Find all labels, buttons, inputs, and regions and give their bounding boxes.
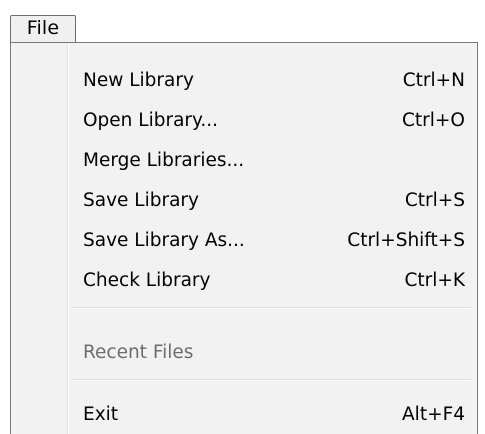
- menu-bar: File: [0, 0, 485, 42]
- menu-item-shortcut: Ctrl+Shift+S: [347, 230, 465, 251]
- menu-item-label: Recent Files: [83, 342, 194, 363]
- menu-item-new-library[interactable]: New Library Ctrl+N: [83, 61, 465, 101]
- menu-item-exit[interactable]: Exit Alt+F4: [83, 395, 465, 434]
- file-menu-dropdown: New Library Ctrl+N Open Library... Ctrl+…: [10, 42, 478, 434]
- menu-item-shortcut: Ctrl+K: [404, 270, 465, 291]
- menu-item-save-library[interactable]: Save Library Ctrl+S: [83, 181, 465, 221]
- menu-item-shortcut: Ctrl+O: [402, 110, 465, 131]
- menu-item-label: Check Library: [83, 270, 211, 291]
- menu-item-label: Save Library As...: [83, 230, 245, 251]
- menu-item-recent-files: Recent Files: [83, 333, 465, 373]
- menu-item-label: Exit: [83, 404, 119, 425]
- menu-item-shortcut: Alt+F4: [402, 404, 465, 425]
- application-window: File New Library Ctrl+N Open Library... …: [0, 0, 485, 434]
- menu-item-label: Open Library...: [83, 110, 218, 131]
- menu-icon-gutter: [11, 43, 67, 434]
- menu-item-merge-libraries[interactable]: Merge Libraries...: [83, 141, 465, 181]
- menu-item-open-library[interactable]: Open Library... Ctrl+O: [83, 101, 465, 141]
- menu-item-check-library[interactable]: Check Library Ctrl+K: [83, 261, 465, 301]
- menu-separator: [71, 379, 471, 381]
- file-menu-button[interactable]: File: [10, 15, 76, 42]
- gutter-divider-highlight: [68, 43, 69, 434]
- menu-item-shortcut: Ctrl+S: [404, 190, 465, 211]
- menu-item-label: Save Library: [83, 190, 199, 211]
- menu-item-label: Merge Libraries...: [83, 150, 245, 171]
- menu-item-save-library-as[interactable]: Save Library As... Ctrl+Shift+S: [83, 221, 465, 261]
- menu-separator: [71, 307, 471, 309]
- menu-item-label: New Library: [83, 70, 194, 91]
- menu-item-shortcut: Ctrl+N: [402, 70, 465, 91]
